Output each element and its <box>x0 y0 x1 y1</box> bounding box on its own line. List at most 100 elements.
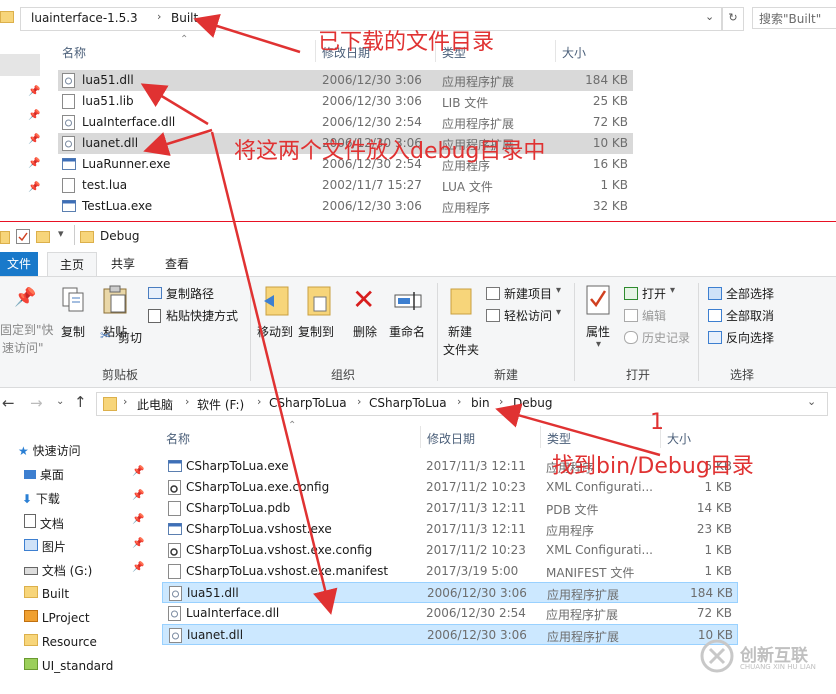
properties-button[interactable]: 属性 <box>586 323 610 340</box>
pin-to-quick-access-button[interactable]: 固定到"快 <box>0 321 54 338</box>
file-type: MANIFEST 文件 <box>546 566 635 580</box>
download-icon: ⬇ <box>22 492 33 506</box>
sidebar-item-downloads[interactable]: ⬇ 下载 <box>22 490 60 507</box>
breadcrumb-built[interactable]: Built <box>171 11 198 25</box>
pin-icon: 📌 <box>14 287 37 308</box>
sidebar-item-quick-access[interactable]: ★ 快速访问 <box>18 442 81 459</box>
table-row[interactable]: CSharpToLua.vshost.exe.manifest 2017/3/19… <box>162 561 738 582</box>
column-header-type[interactable]: 类型 <box>547 430 571 447</box>
sidebar-item-ui-standard[interactable]: UI_standard <box>24 658 113 673</box>
sidebar-item-lproject[interactable]: LProject <box>24 610 90 625</box>
breadcrumb-bin[interactable]: bin <box>471 396 490 410</box>
file-date: 2017/11/3 12:11 <box>426 501 526 515</box>
refresh-icon[interactable]: ↻ <box>722 7 744 31</box>
pin-icon: 📌 <box>132 490 145 501</box>
file-icon <box>168 501 181 516</box>
file-row-luainterface-dll[interactable]: LuaInterface.dll 2006/12/30 2:54 应用程序扩展 … <box>58 112 633 133</box>
table-row[interactable]: CSharpToLua.pdb 2017/11/3 12:11 PDB 文件 14 K… <box>162 498 738 519</box>
recent-locations-icon[interactable]: ⌄ <box>56 396 64 407</box>
breadcrumb-csharptolua-2[interactable]: CSharpToLua <box>369 396 447 410</box>
edit-button[interactable]: 编辑 <box>642 307 666 324</box>
column-header-name[interactable]: 名称 <box>62 44 86 61</box>
chevron-right-icon: › <box>499 395 504 408</box>
pin-icon: 📌 <box>28 158 41 169</box>
sidebar-item-resource[interactable]: Resource <box>24 634 97 649</box>
file-type: XML Configurati... <box>546 480 653 494</box>
column-header-size[interactable]: 大小 <box>667 430 691 447</box>
cut-button[interactable]: 剪切 <box>118 329 142 346</box>
rename-button[interactable]: 重命名 <box>389 323 425 340</box>
file-size: 1 KB <box>704 543 732 557</box>
copy-path-button[interactable]: 复制路径 <box>166 285 214 302</box>
tab-file[interactable]: 文件 <box>0 252 38 276</box>
column-header-date[interactable]: 修改日期 <box>427 430 475 447</box>
copy-button[interactable]: 复制 <box>61 323 85 340</box>
new-item-button[interactable]: 新建项目 <box>504 285 552 302</box>
nav-selected-item[interactable] <box>0 54 40 76</box>
table-row[interactable]: CSharpToLua.exe.config 2017/11/2 10:23 XML… <box>162 477 738 498</box>
tab-share[interactable]: 共享 <box>101 252 145 276</box>
tab-home[interactable]: 主页 <box>47 252 97 276</box>
table-row[interactable]: lua51.dll 2006/12/30 3:06 应用程序扩展 184 KB <box>162 582 738 603</box>
chevron-down-icon[interactable]: ▾ <box>556 307 561 318</box>
history-button[interactable]: 历史记录 <box>642 329 690 346</box>
invert-selection-button[interactable]: 反向选择 <box>726 329 774 346</box>
select-none-button[interactable]: 全部取消 <box>726 307 774 324</box>
move-to-button[interactable]: 移动到 <box>257 323 293 340</box>
ribbon-tabs: 文件 主页 共享 查看 <box>0 252 836 277</box>
dll-icon <box>169 628 182 643</box>
properties-qa-icon[interactable] <box>16 229 30 244</box>
chevron-down-icon[interactable]: ⌄ <box>705 10 714 23</box>
chevron-down-icon[interactable]: ▾ <box>596 339 601 350</box>
search-input[interactable]: 搜索"Built" <box>752 7 836 29</box>
chevron-down-icon[interactable]: ▾ <box>670 285 675 296</box>
table-row[interactable]: CSharpToLua.vshost.exe 2017/11/3 12:11 应用程… <box>162 519 738 540</box>
folder-icon <box>0 11 14 23</box>
back-icon[interactable]: ← <box>2 394 15 412</box>
forward-icon[interactable]: → <box>30 394 43 412</box>
tab-view[interactable]: 查看 <box>155 252 199 276</box>
select-all-button[interactable]: 全部选择 <box>726 285 774 302</box>
delete-button[interactable]: 删除 <box>353 323 377 340</box>
breadcrumb-this-pc[interactable]: 此电脑 <box>137 396 173 413</box>
file-row-test-lua[interactable]: test.lua 2002/11/7 15:27 LUA 文件 1 KB <box>58 175 633 196</box>
chevron-down-icon[interactable]: ⌄ <box>807 395 816 408</box>
column-header-name[interactable]: 名称 <box>166 430 190 447</box>
table-row[interactable]: CSharpToLua.vshost.exe.config 2017/11/2 1… <box>162 540 738 561</box>
paste-shortcut-button[interactable]: 粘贴快捷方式 <box>166 307 238 324</box>
breadcrumb-drive-f[interactable]: 软件 (F:) <box>197 396 244 413</box>
chevron-down-icon[interactable]: ▾ <box>556 285 561 296</box>
address-bar[interactable]: › 此电脑 › 软件 (F:) › CSharpToLua › CSharpTo… <box>96 392 828 416</box>
file-row-lua51-dll[interactable]: lua51.dll 2006/12/30 3:06 应用程序扩展 184 KB <box>58 70 633 91</box>
sidebar-item-built[interactable]: Built <box>24 586 69 601</box>
breadcrumb-csharptolua[interactable]: CSharpToLua <box>269 396 347 410</box>
dropdown-icon[interactable]: ▾ <box>58 227 64 240</box>
table-row[interactable]: luanet.dll 2006/12/30 3:06 应用程序扩展 10 KB <box>162 624 738 645</box>
file-row-testlua-exe[interactable]: TestLua.exe 2006/12/30 3:06 应用程序 32 KB <box>58 196 633 217</box>
rename-icon <box>394 291 424 314</box>
pin-icon: 📌 <box>28 134 41 145</box>
sidebar-item-pictures[interactable]: 图片 <box>24 538 66 555</box>
open-button[interactable]: 打开 <box>642 285 666 302</box>
new-folder-button[interactable]: 新建 <box>448 323 472 340</box>
sidebar-item-desktop[interactable]: 桌面 <box>24 466 64 483</box>
table-row[interactable]: LuaInterface.dll 2006/12/30 2:54 应用程序扩展 72 … <box>162 603 738 624</box>
picture-icon <box>24 539 38 551</box>
file-name: CSharpToLua.vshost.exe <box>186 522 332 536</box>
edit-icon <box>624 309 638 322</box>
new-folder-qa-icon[interactable] <box>36 231 50 243</box>
sidebar-item-documents[interactable]: 文档 <box>24 514 64 532</box>
up-icon[interactable]: ↑ <box>74 393 87 411</box>
desktop-icon <box>24 470 36 479</box>
breadcrumb-debug[interactable]: Debug <box>513 396 552 410</box>
file-size: 14 KB <box>696 501 732 515</box>
dll-icon <box>62 115 75 130</box>
easy-access-button[interactable]: 轻松访问 <box>504 307 552 324</box>
sidebar-item-drive-g[interactable]: 文档 (G:) <box>24 562 92 579</box>
breadcrumb-luainterface[interactable]: luainterface-1.5.3 <box>31 11 138 25</box>
navigation-bar: ← → ⌄ ↑ › 此电脑 › 软件 (F:) › CSharpToLua › … <box>0 392 836 416</box>
folder-icon <box>0 231 10 244</box>
column-header-size[interactable]: 大小 <box>562 44 586 61</box>
copy-to-button[interactable]: 复制到 <box>298 323 334 340</box>
file-row-lua51-lib[interactable]: lua51.lib 2006/12/30 3:06 LIB 文件 25 KB <box>58 91 633 112</box>
